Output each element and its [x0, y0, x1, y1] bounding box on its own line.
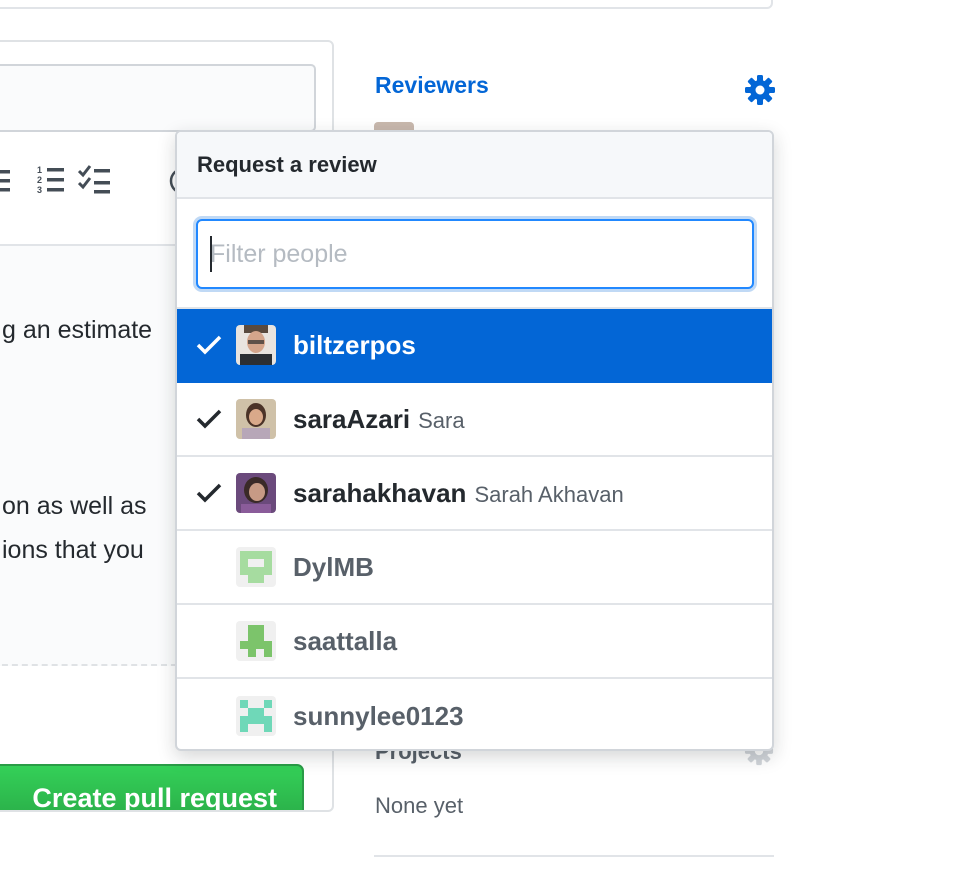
create-pull-request-button[interactable]: Create pull request — [0, 764, 304, 810]
sidebar-divider — [374, 855, 774, 857]
body-line-1: g an estimate — [2, 316, 153, 344]
text-caret — [210, 236, 212, 272]
identicon-avatar — [236, 621, 276, 661]
reviewer-item-saattalla[interactable]: saattalla — [177, 605, 772, 679]
identicon-avatar — [236, 696, 276, 736]
reviewer-login: saattalla — [293, 625, 398, 656]
check-icon — [196, 409, 222, 429]
reviewer-item-sarahakhavan[interactable]: sarahakhavan Sarah Akhavan — [177, 457, 772, 531]
check-icon — [196, 483, 222, 503]
svg-text:3: 3 — [37, 185, 42, 195]
svg-text:1: 1 — [37, 165, 42, 175]
reviewer-full-name: Sara — [418, 407, 465, 433]
reviewer-item-dylmb[interactable]: DylMB — [177, 531, 772, 605]
projects-value: None yet — [375, 793, 464, 818]
reviewer-item-biltzerpos[interactable]: biltzerpos — [177, 309, 772, 383]
reviewer-item-sunnylee0123[interactable]: sunnylee0123 — [177, 679, 772, 749]
svg-text:2: 2 — [37, 175, 42, 185]
filter-people-input[interactable] — [196, 219, 754, 289]
identicon-avatar — [236, 547, 276, 587]
task-list-icon[interactable] — [78, 164, 112, 196]
pr-title-input[interactable] — [0, 64, 316, 132]
body-line-3: ions that you — [2, 536, 144, 564]
popover-header: Request a review — [177, 132, 772, 199]
reviewer-login: biltzerpos — [293, 329, 416, 360]
reviewer-login: sarahakhavan — [293, 477, 467, 508]
reviewer-login: sunnylee0123 — [293, 700, 464, 731]
reviewer-full-name: Sarah Akhavan — [474, 481, 624, 507]
check-icon — [196, 335, 222, 355]
gear-icon[interactable] — [744, 74, 776, 106]
unordered-list-icon[interactable] — [0, 166, 22, 196]
filter-section — [177, 199, 772, 309]
top-card — [0, 0, 773, 9]
avatar — [236, 399, 276, 439]
request-review-popover: Request a review biltzerpos — [175, 130, 774, 751]
reviewers-title[interactable]: Reviewers — [375, 72, 489, 99]
avatar — [236, 473, 276, 513]
reviewer-item-saraazari[interactable]: saraAzari Sara — [177, 383, 772, 457]
avatar — [236, 325, 276, 365]
body-line-2: on as well as — [2, 492, 147, 520]
reviewer-login: saraAzari — [293, 403, 411, 434]
reviewer-login: DylMB — [293, 551, 374, 582]
ordered-list-icon[interactable]: 1 2 3 — [37, 164, 67, 196]
